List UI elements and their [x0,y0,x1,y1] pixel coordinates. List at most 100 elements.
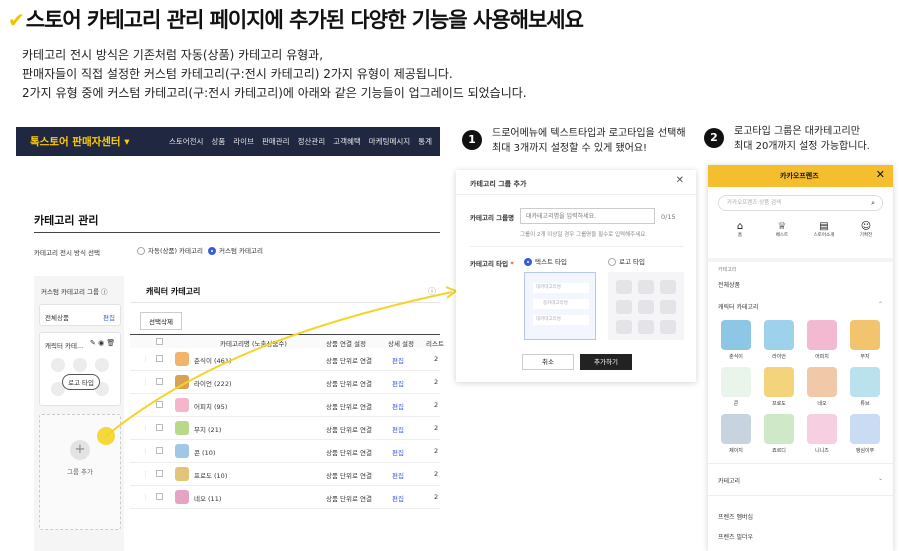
character-label: 무지 [860,354,870,360]
edit-link[interactable]: 편집 [392,378,404,388]
edit-link[interactable]: 편집 [392,447,404,457]
character-tile[interactable] [764,367,794,397]
nav-item[interactable]: 마케팅메시지 [369,136,410,147]
nav-item[interactable]: 라이브 [233,136,254,147]
row-checkbox[interactable] [156,401,163,408]
character-tile[interactable] [807,320,837,350]
character-tile[interactable] [764,414,794,444]
edit-link[interactable]: 편집 [392,355,404,365]
edit-link[interactable]: 편집 [392,424,404,434]
chevron-up-icon[interactable]: ⌃ [878,301,883,308]
home-icon[interactable]: ⌂ 홈 [728,221,752,238]
character-tile[interactable] [721,320,751,350]
character-tile[interactable] [807,367,837,397]
drag-handle-icon[interactable]: ⋮ [142,401,149,409]
store-info-icon[interactable]: ▤ 스토어소개 [810,221,838,238]
menu-all-products[interactable]: 전체상품 [718,280,740,289]
trophy-icon[interactable]: ♕ 베스트 [770,221,794,238]
edit-link[interactable]: 편집 [392,493,404,503]
character-tile[interactable] [850,320,880,350]
group-name-input[interactable] [520,208,655,224]
section-title: 캐릭터 카테고리 [146,287,201,296]
select-all-checkbox[interactable] [156,338,163,345]
page-title: 카테고리 관리 [34,214,99,227]
event-icon[interactable]: ☺ 기획전 [854,221,878,238]
radio-icon [608,258,616,266]
character-tile[interactable] [850,367,880,397]
table-row[interactable]: ⋮ 프로도 (10) 상품 단위로 연결 편집 2 [130,463,440,486]
mobile-drawer: 카카오프렌즈 ✕ 카카오프렌즈 상품 검색 ⌕ ⌂ 홈 ♕ 베스트 ▤ 스토어소개 ☺… [708,165,893,551]
table-row[interactable]: ⋮ 무지 (21) 상품 단위로 연결 편집 2 [130,417,440,440]
brand-menu[interactable]: 톡스토어 판매자센터 ▾ [30,134,130,149]
nav-item[interactable]: 고객혜택 [333,136,361,147]
menu-category[interactable]: 카테고리 [718,476,740,485]
row-checkbox[interactable] [156,470,163,477]
nav-item[interactable]: 상품 [211,136,225,147]
chevron-down-icon[interactable]: ⌄ [878,475,883,482]
nav-item[interactable]: 정산관리 [298,136,326,147]
character-label: 네오 [817,401,827,407]
select-delete-button[interactable]: 선택삭제 [140,312,182,330]
pencil-icon[interactable]: ✎ ◉ 🗑 [90,339,115,347]
row-checkbox[interactable] [156,355,163,362]
step-1-text: 드로어메뉴에 텍스트타입과 로고타입을 선택해 최대 3개까지 설정할 수 있게 … [492,128,686,154]
character-label: 죠르디 [772,448,786,454]
edit-link[interactable]: 편집 [392,401,404,411]
table-row[interactable]: ⋮ 라이언 (222) 상품 단위로 연결 편집 2 [130,371,440,394]
drag-handle-icon[interactable]: ⋮ [142,355,149,363]
drag-handle-icon[interactable]: ⋮ [142,493,149,501]
edit-link[interactable]: 편집 [392,470,404,480]
character-tile[interactable] [721,367,751,397]
type-label: 카테고리 타입 [470,260,509,268]
row-checkbox[interactable] [156,424,163,431]
group-sidebar: 커스텀 카테고리 그룹 ⓘ 전체상품 편집 캐릭터 카테... ✎ ◉ 🗑 로고… [34,276,124,551]
search-input[interactable]: 카카오프렌즈 상품 검색 ⌕ [718,195,883,211]
menu-builder[interactable]: 프렌즈 빌더우 [718,532,753,541]
row-checkbox[interactable] [156,378,163,385]
menu-character-category[interactable]: 캐릭터 카테고리 [718,302,759,311]
nav-menu: 스토어전시 상품 라이브 판매관리 정산관리 고객혜택 마케팅메시지 통계 [169,136,432,147]
nav-item[interactable]: 판매관리 [262,136,290,147]
row-checkbox[interactable] [156,447,163,454]
menu-membership[interactable]: 프렌즈 멤버십 [718,512,753,521]
character-tile[interactable] [850,414,880,444]
table-row[interactable]: ⋮ 춘식이 (461) 상품 단위로 연결 편집 2 [130,348,440,371]
table-row[interactable]: ⋮ 콘 (10) 상품 단위로 연결 편집 2 [130,440,440,463]
row-checkbox[interactable] [156,493,163,500]
radio-text-type[interactable]: 텍스트 타입 [524,256,567,266]
col-name: 카테고리명 (노출상품수) [220,340,287,348]
radio-custom[interactable]: 커스텀 카테고리 [208,245,263,255]
add-group-label: 그룹 추가 [67,468,93,476]
group-all-products[interactable]: 전체상품 편집 [39,304,121,326]
radio-icon [137,247,145,255]
cancel-button[interactable]: 취소 [522,354,574,370]
col-list: 리스트 [426,340,444,348]
drag-handle-icon[interactable]: ⋮ [142,424,149,432]
nav-item[interactable]: 스토어전시 [169,136,204,147]
radio-logo-type[interactable]: 로고 타입 [608,256,645,266]
plus-icon: + [70,440,90,460]
hint-text: 그룹이 2개 이상일 경우 그룹명을 필수로 입력해주세요. [520,232,648,238]
confirm-button[interactable]: 추가하기 [580,354,632,370]
group-character[interactable]: 캐릭터 카테... ✎ ◉ 🗑 로고 타입 [39,332,121,406]
display-mode-label: 카테고리 전시 방식 선택 [34,249,100,257]
character-tile[interactable] [721,414,751,444]
nav-item[interactable]: 통계 [418,136,432,147]
drag-handle-icon[interactable]: ⋮ [142,470,149,478]
character-thumb [175,375,189,389]
drag-handle-icon[interactable]: ⋮ [142,378,149,386]
add-group-button[interactable]: + 그룹 추가 [39,414,121,530]
edit-link[interactable]: 편집 [103,312,115,322]
character-tile[interactable] [764,320,794,350]
table-row[interactable]: ⋮ 네오 (11) 상품 단위로 연결 편집 2 [130,486,440,509]
link-setting: 상품 단위로 연결 [326,380,372,388]
category-name: 라이언 (222) [194,380,232,388]
close-icon[interactable]: ✕ [876,168,885,181]
search-icon[interactable]: ⌕ [871,196,875,210]
radio-auto[interactable]: 자동(상품) 카테고리 [137,245,203,255]
list-count: 2 [434,424,439,432]
drag-handle-icon[interactable]: ⋮ [142,447,149,455]
close-icon[interactable]: ✕ [676,175,684,186]
table-row[interactable]: ⋮ 어피치 (95) 상품 단위로 연결 편집 2 [130,394,440,417]
character-tile[interactable] [807,414,837,444]
